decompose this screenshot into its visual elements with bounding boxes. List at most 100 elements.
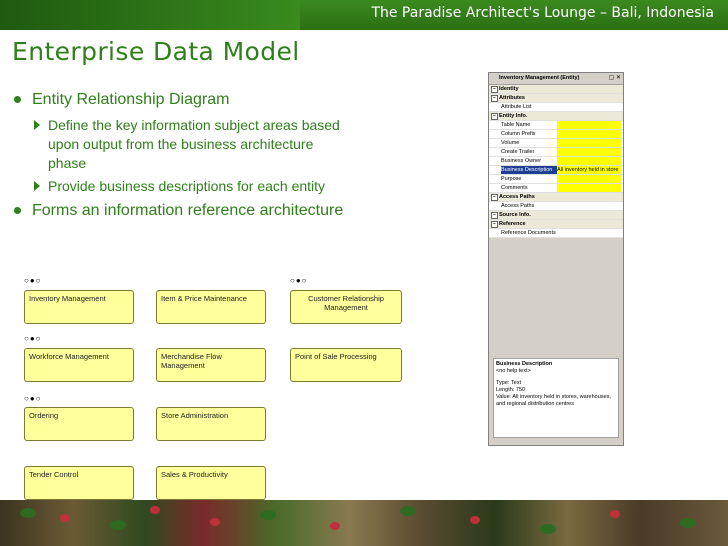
sub-bullet-item: Provide business descriptions for each e… <box>14 177 354 196</box>
panel-window-controls[interactable]: ▢ ✕ <box>609 74 621 81</box>
property-row[interactable]: Create Trailer <box>489 148 623 157</box>
bullet-list: Entity Relationship Diagram Define the k… <box>14 89 354 227</box>
flower-decoration <box>330 522 340 530</box>
property-value[interactable] <box>557 184 621 192</box>
property-label: Comments <box>501 185 528 191</box>
description-box: Business Description <no help text> Type… <box>493 358 619 438</box>
cardinality-symbol: ○●○ <box>24 394 42 403</box>
property-category[interactable]: − Entity Info. <box>489 112 623 121</box>
property-label: Purpose <box>501 176 522 182</box>
entity-label: Tender Control <box>29 470 79 479</box>
property-row[interactable]: Business Description All inventory held i… <box>489 166 623 175</box>
top-banner: The Paradise Architect's Lounge – Bali, … <box>0 0 728 30</box>
leaf-decoration <box>110 520 126 530</box>
properties-panel: Inventory Management (Entity) ▢ ✕ − Ident… <box>488 72 624 446</box>
property-row[interactable]: Volume <box>489 139 623 148</box>
property-row[interactable]: Attribute List <box>489 103 623 112</box>
property-category[interactable]: − Source Info. <box>489 211 623 220</box>
property-row[interactable]: Access Paths (Indexes) <box>489 202 623 217</box>
collapse-icon[interactable]: − <box>491 95 498 102</box>
description-heading: Business Description <box>496 361 553 367</box>
property-value[interactable] <box>557 202 621 210</box>
property-row[interactable]: Table Name <box>489 121 623 130</box>
leaf-decoration <box>20 508 36 518</box>
bullet-dot-icon <box>14 207 21 214</box>
property-value[interactable] <box>557 157 621 165</box>
property-label: Entity Info. <box>499 113 528 119</box>
property-label: Business Owner <box>501 158 542 164</box>
slide-title: Enterprise Data Model <box>12 37 300 66</box>
property-label: Reference Documents <box>501 230 556 236</box>
collapse-icon[interactable]: − <box>491 113 498 120</box>
bottom-photo-strip <box>0 500 728 546</box>
bullet-item: Forms an information reference architect… <box>14 200 354 221</box>
property-category[interactable]: − Identity <box>489 85 623 94</box>
entity-label: Store Administration <box>161 411 229 420</box>
property-row[interactable]: Column Prefix <box>489 130 623 139</box>
property-row[interactable]: Purpose <box>489 175 623 184</box>
sub-bullet-item: Define the key information subject areas… <box>14 116 354 173</box>
property-label: Attribute List <box>501 104 532 110</box>
panel-title: Inventory Management (Entity) <box>489 73 623 85</box>
property-label: Source Info. <box>499 212 531 218</box>
collapse-icon[interactable]: − <box>491 212 498 219</box>
entity-label: Point of Sale Processing <box>295 352 377 361</box>
property-row[interactable]: Business Owner <box>489 157 623 166</box>
entity-box[interactable]: Merchandise Flow Management <box>156 348 266 382</box>
sub-bullet-text: Provide business descriptions for each e… <box>48 178 326 194</box>
property-value[interactable] <box>557 148 621 156</box>
entity-label: Ordering <box>29 411 59 420</box>
property-category[interactable]: − Attributes <box>489 94 623 103</box>
property-value[interactable] <box>557 229 621 237</box>
bullet-item: Entity Relationship Diagram <box>14 89 354 110</box>
property-value[interactable] <box>557 139 621 147</box>
property-label: Create Trailer <box>501 149 535 155</box>
description-value: Value: All inventory held in stores, war… <box>496 394 611 407</box>
entity-label: Inventory Management <box>29 294 106 303</box>
entity-box[interactable]: Store Administration <box>156 407 266 441</box>
flower-decoration <box>610 510 620 518</box>
description-length: Length: 750 <box>496 387 526 393</box>
entity-box[interactable]: Sales & Productivity <box>156 466 266 500</box>
collapse-icon[interactable]: − <box>491 221 498 228</box>
property-label: Volume <box>501 140 520 146</box>
property-label: Table Name <box>501 122 531 128</box>
entity-box[interactable]: Ordering <box>24 407 134 441</box>
collapse-icon[interactable]: − <box>491 194 498 201</box>
entity-box[interactable]: Point of Sale Processing <box>290 348 402 382</box>
flower-decoration <box>210 518 220 526</box>
property-value[interactable] <box>557 103 621 111</box>
property-label: Business Description <box>501 166 557 174</box>
entity-diagram: ○●○ ○●○ ○●○ ○●○ Inventory Management Ite… <box>18 272 406 502</box>
property-value[interactable] <box>557 175 621 183</box>
entity-box[interactable]: Workforce Management <box>24 348 134 382</box>
entity-label: Merchandise Flow Management <box>161 352 222 370</box>
triangle-bullet-icon <box>34 120 40 130</box>
property-value[interactable] <box>557 130 621 138</box>
property-row[interactable]: Reference Documents <box>489 229 623 238</box>
cardinality-symbol: ○●○ <box>24 276 42 285</box>
leaf-decoration <box>260 510 276 520</box>
property-value[interactable]: All inventory held in store <box>557 166 621 174</box>
leaf-decoration <box>540 524 556 534</box>
entity-label: Workforce Management <box>29 352 109 361</box>
entity-box[interactable]: Customer Relationship Management <box>290 290 402 324</box>
entity-box[interactable]: Tender Control <box>24 466 134 500</box>
description-type: Type: Text <box>496 380 521 386</box>
entity-box[interactable]: Item & Price Maintenance <box>156 290 266 324</box>
property-row[interactable]: Comments <box>489 184 623 193</box>
property-value[interactable] <box>557 121 621 129</box>
property-category[interactable]: −Reference Documents <box>489 220 623 235</box>
banner-gradient <box>0 0 300 30</box>
bullet-dot-icon <box>14 96 21 103</box>
description-help: <no help text> <box>496 368 531 374</box>
entity-label: Item & Price Maintenance <box>161 294 247 303</box>
collapse-icon[interactable]: − <box>491 86 498 93</box>
property-label: Access Paths <box>499 194 535 200</box>
banner-text: The Paradise Architect's Lounge – Bali, … <box>371 5 714 21</box>
property-label: Identity <box>499 86 519 92</box>
entity-box[interactable]: Inventory Management <box>24 290 134 324</box>
entity-label: Sales & Productivity <box>161 470 228 479</box>
property-category[interactable]: − Access Paths <box>489 193 623 202</box>
sub-bullet-text: Define the key information subject areas… <box>48 117 340 171</box>
